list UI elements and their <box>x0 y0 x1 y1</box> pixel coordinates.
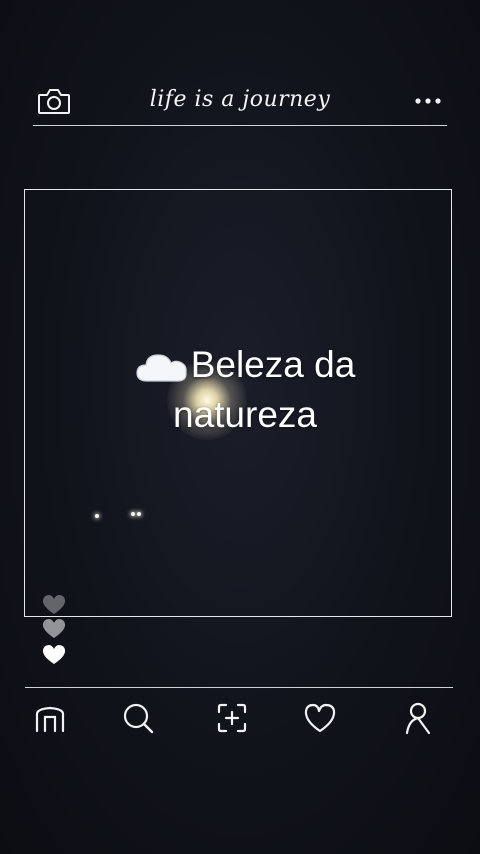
nav-likes-button[interactable] <box>300 698 340 738</box>
heart-icon <box>40 618 72 640</box>
heart-icon <box>40 594 72 616</box>
camera-icon <box>36 86 72 116</box>
distant-light <box>95 514 99 518</box>
header-divider <box>33 125 447 126</box>
more-options-button[interactable] <box>408 88 448 114</box>
add-post-icon <box>216 703 248 733</box>
post-caption: Beleza da natureza <box>85 340 405 440</box>
nav-profile-button[interactable] <box>398 698 438 738</box>
nav-home-button[interactable] <box>30 698 70 738</box>
cloud-icon <box>135 349 189 385</box>
distant-light <box>137 512 141 516</box>
more-dots-icon <box>415 98 441 104</box>
nav-search-button[interactable] <box>118 698 158 738</box>
home-icon <box>33 703 67 733</box>
post-photo[interactable]: Beleza da natureza <box>24 189 452 617</box>
bottom-nav <box>0 690 480 746</box>
profile-icon <box>403 701 433 735</box>
floating-hearts <box>40 594 80 670</box>
search-icon <box>121 701 155 735</box>
top-bar: life is a journey <box>0 0 480 130</box>
caption-line-2: natureza <box>173 394 317 435</box>
heart-icon <box>40 644 72 666</box>
caption-line-1: Beleza da <box>190 344 356 385</box>
nav-add-button[interactable] <box>212 698 252 738</box>
bottom-divider <box>25 687 453 688</box>
distant-light <box>131 512 135 516</box>
camera-button[interactable] <box>34 84 74 118</box>
header-title: life is a journey <box>149 87 331 112</box>
heart-icon <box>302 702 338 734</box>
